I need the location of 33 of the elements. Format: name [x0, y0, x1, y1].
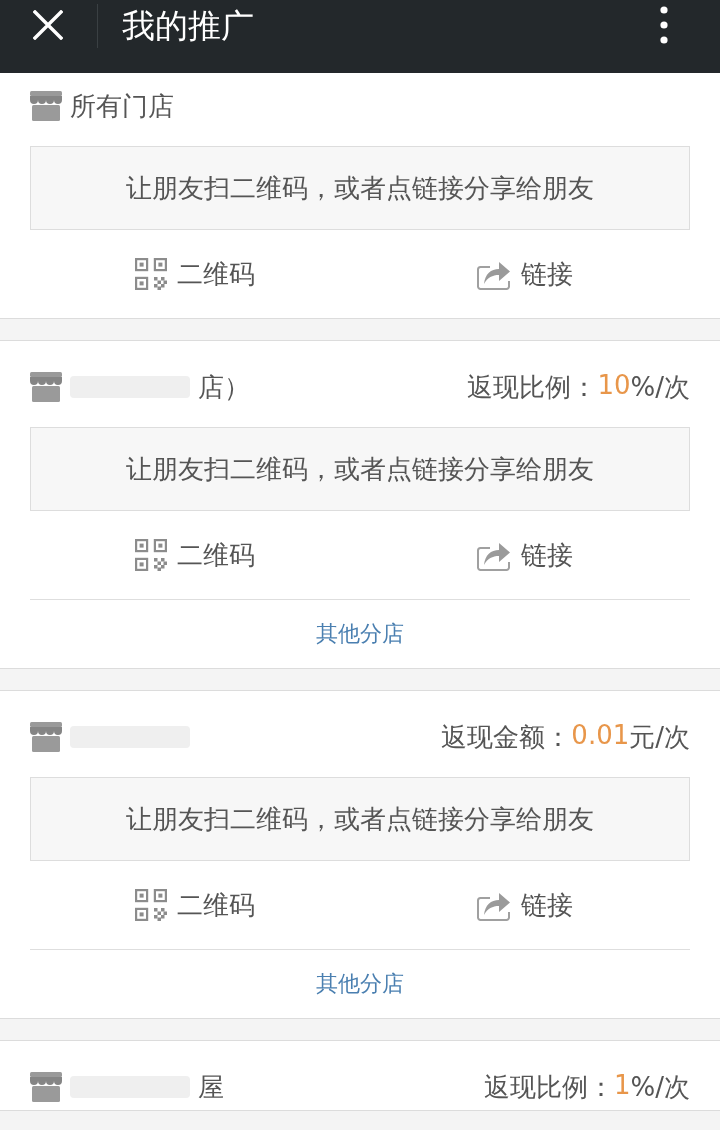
- reward-unit: 元/次: [629, 720, 690, 754]
- qr-code-icon: [135, 258, 167, 290]
- share-hint-box: 让朋友扫二维码，或者点链接分享给朋友: [30, 427, 690, 511]
- share-action-button[interactable]: 二维码: [135, 256, 255, 292]
- store-name: 屋: [198, 1070, 224, 1104]
- store-name: 所有门店: [70, 89, 174, 123]
- share-hint-box: 让朋友扫二维码，或者点链接分享给朋友: [30, 146, 690, 230]
- reward-value: 1: [614, 1069, 631, 1102]
- reward-value: 10: [597, 369, 631, 402]
- page-title: 我的推广: [122, 5, 254, 47]
- more-menu-icon[interactable]: [660, 6, 668, 44]
- reward-value: 0.01: [571, 719, 630, 752]
- share-action-button[interactable]: 二维码: [135, 887, 255, 923]
- qr-code-icon: [135, 539, 167, 571]
- qr-code-icon: [135, 889, 167, 921]
- reward-label: 返现金额：: [441, 720, 572, 754]
- reward-label: 返现比例：: [467, 370, 598, 404]
- share-hint-box: 让朋友扫二维码，或者点链接分享给朋友: [30, 777, 690, 861]
- store-icon: [30, 1072, 62, 1102]
- reward-unit: %/次: [630, 1070, 690, 1104]
- store-icon: [30, 91, 62, 121]
- other-branches-link[interactable]: 其他分店: [316, 969, 404, 999]
- share-action-button[interactable]: 链接: [477, 887, 573, 923]
- reward-unit: %/次: [630, 370, 690, 404]
- reward-label: 返现比例：: [484, 1070, 614, 1104]
- close-icon[interactable]: [33, 10, 63, 40]
- store-icon: [30, 722, 62, 752]
- store-icon: [30, 372, 62, 402]
- store-name: 店）: [198, 370, 250, 404]
- share-action-button[interactable]: 链接: [477, 537, 573, 573]
- share-action-button[interactable]: 二维码: [135, 537, 255, 573]
- share-action-button[interactable]: 链接: [477, 256, 573, 292]
- other-branches-link[interactable]: 其他分店: [316, 619, 404, 649]
